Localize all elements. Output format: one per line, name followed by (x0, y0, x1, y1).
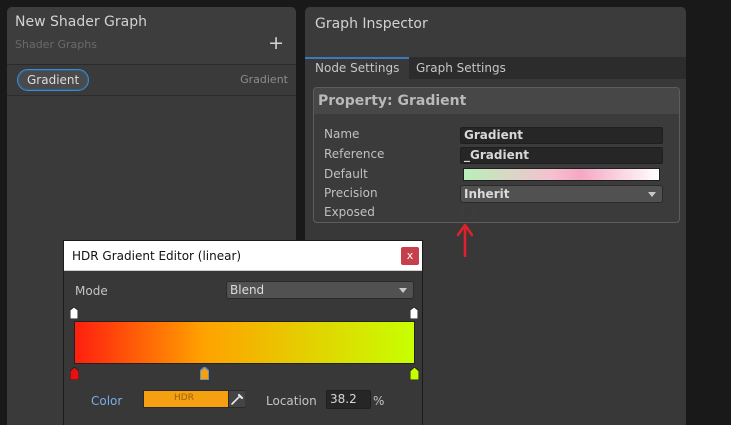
location-field[interactable]: 38.2 (326, 390, 371, 409)
mode-value: Blend (230, 283, 265, 297)
divider (7, 95, 296, 96)
annotation-arrow-icon (457, 223, 473, 257)
property-type-label: Gradient (240, 73, 288, 86)
exposed-label: Exposed (324, 205, 375, 219)
hdr-editor-title: HDR Gradient Editor (linear) (72, 249, 242, 263)
tab-node-settings[interactable]: Node Settings (305, 57, 410, 79)
reference-label: Reference (324, 147, 385, 161)
color-key-red[interactable] (70, 367, 79, 380)
color-key-selected[interactable] (200, 367, 209, 380)
hdr-color-field[interactable]: HDR (143, 390, 245, 408)
default-label: Default (324, 167, 368, 181)
hdr-gradient-editor-window: HDR Gradient Editor (linear) x Mode Blen… (63, 240, 423, 425)
tab-graph-settings[interactable]: Graph Settings (406, 57, 516, 79)
property-header: Property: Gradient (314, 88, 679, 114)
close-button[interactable]: x (401, 247, 419, 265)
blackboard-header: New Shader Graph Shader Graphs + (7, 7, 296, 65)
add-property-button[interactable]: + (268, 33, 284, 53)
precision-dropdown[interactable]: Inherit (460, 185, 663, 203)
precision-label: Precision (324, 186, 378, 200)
property-settings-box: Property: Gradient Name Gradient Referen… (313, 87, 680, 223)
alpha-key-left[interactable] (70, 307, 78, 319)
inspector-header: Graph Inspector (305, 7, 686, 57)
blackboard-subtitle: Shader Graphs (15, 38, 97, 51)
location-label: Location (266, 394, 317, 408)
color-key-green[interactable] (410, 367, 419, 380)
blackboard-property-row[interactable]: Gradient Gradient (16, 68, 292, 92)
mode-label: Mode (75, 284, 108, 298)
eyedropper-icon[interactable] (228, 391, 245, 407)
reference-field[interactable]: _Gradient (460, 147, 663, 164)
property-pill[interactable]: Gradient (17, 69, 90, 91)
name-field[interactable]: Gradient (460, 127, 663, 144)
inspector-title: Graph Inspector (315, 16, 428, 32)
precision-value: Inherit (464, 187, 510, 201)
hdr-editor-titlebar[interactable]: HDR Gradient Editor (linear) x (64, 241, 422, 271)
gradient-preview-bar[interactable] (74, 321, 415, 364)
exposed-checkbox[interactable] (462, 206, 474, 218)
color-label: Color (91, 394, 123, 408)
inspector-tabs: Node Settings Graph Settings (305, 57, 686, 79)
chevron-down-icon (399, 288, 407, 293)
percent-sign: % (373, 394, 385, 408)
mode-dropdown[interactable]: Blend (226, 281, 414, 299)
name-label: Name (324, 127, 360, 141)
chevron-down-icon (648, 192, 656, 197)
blackboard-title: New Shader Graph (15, 14, 147, 30)
alpha-key-right[interactable] (410, 307, 418, 319)
hdr-tag: HDR (174, 393, 194, 403)
default-gradient-swatch[interactable] (463, 168, 660, 181)
